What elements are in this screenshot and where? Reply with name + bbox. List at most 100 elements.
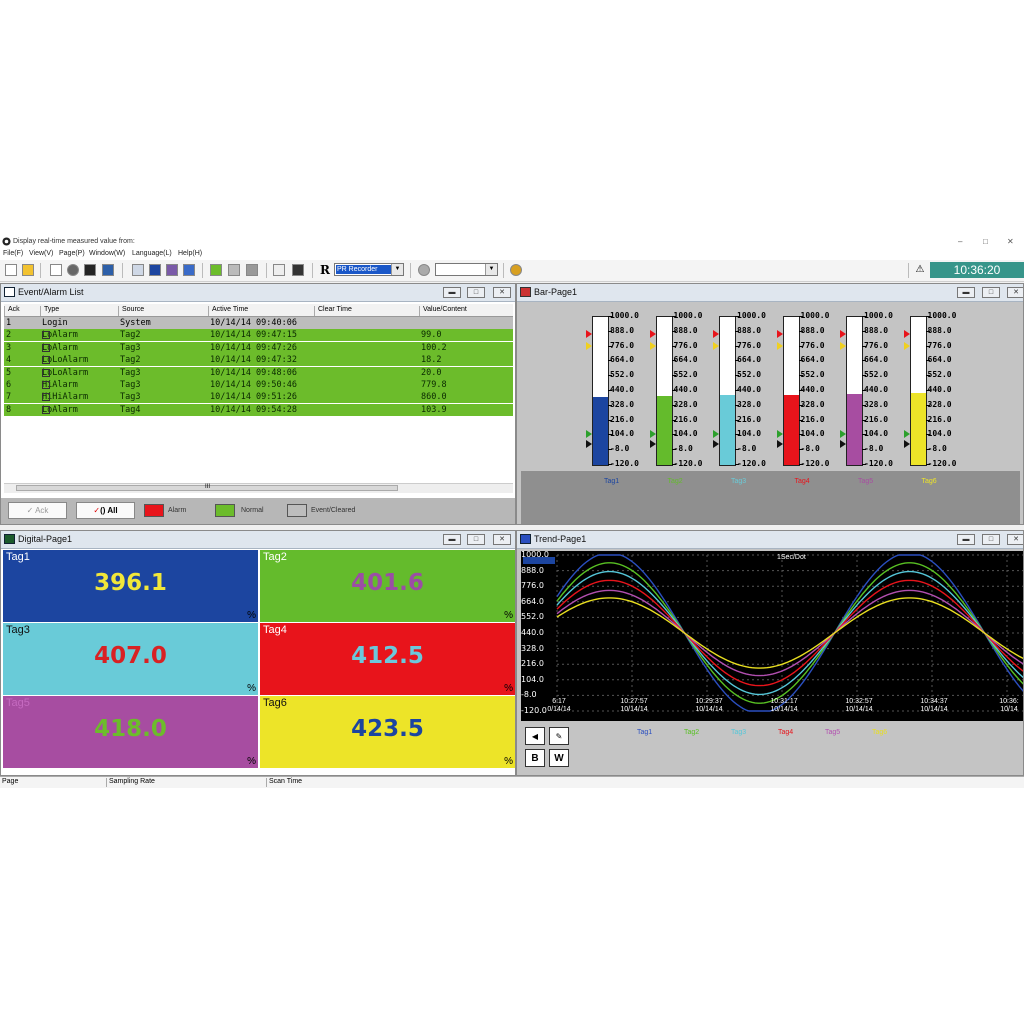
alarm-table-icon[interactable] (210, 264, 222, 276)
gear-icon[interactable] (67, 264, 79, 276)
bell-icon[interactable]: ⚠ (914, 264, 926, 276)
x-tick-time: 10:34:37 (920, 698, 948, 705)
col-source[interactable]: Source (118, 306, 144, 316)
new-file-icon[interactable] (5, 264, 17, 276)
horizontal-scrollbar[interactable]: III (4, 483, 513, 493)
ack-checkbox[interactable] (42, 381, 50, 389)
black-background-button[interactable]: B (525, 749, 545, 767)
table-row[interactable]: 5 LoLoAlarm Tag3 10/14/14 09:48:06 20.0 (4, 366, 513, 379)
limit-marker-icon (713, 440, 719, 448)
ack-checkbox[interactable] (42, 368, 50, 377)
col-type[interactable]: Type (40, 306, 59, 316)
page-icon[interactable] (132, 264, 144, 276)
scale-label: -120.0 (610, 459, 639, 468)
close-icon[interactable]: ✕ (1007, 534, 1023, 545)
minimize-icon[interactable]: – (958, 237, 962, 246)
maximize-icon[interactable]: □ (982, 287, 1000, 298)
col-clear-time[interactable]: Clear Time (314, 306, 352, 316)
ack-button[interactable]: ✓ Ack (8, 502, 67, 519)
table-row[interactable]: 4 LoLoAlarm Tag2 10/14/14 09:47:32 18.2 (4, 354, 513, 367)
device-select[interactable]: ▼ (435, 263, 498, 276)
cell-source: Tag3 (120, 368, 140, 378)
menu-help[interactable]: Help(H) (178, 250, 202, 257)
menu-language[interactable]: Language(L) (132, 250, 172, 257)
close-icon[interactable]: ✕ (493, 534, 511, 545)
table-row[interactable]: 1 Login System 10/14/14 09:40:06 (4, 317, 513, 329)
trend-view-icon[interactable] (183, 264, 195, 276)
cell-source: System (120, 318, 151, 328)
ack-checkbox[interactable] (42, 405, 50, 414)
restore-icon[interactable]: □ (983, 237, 988, 246)
device-icon[interactable] (292, 264, 304, 276)
table-row[interactable]: 7 HiHiAlarm Tag3 10/14/14 09:51:26 860.0 (4, 391, 513, 404)
close-icon[interactable]: ✕ (1007, 287, 1023, 298)
status-icon[interactable] (510, 264, 522, 276)
digital-tile[interactable]: Tag3 407.0% (3, 623, 258, 695)
menu-file[interactable]: File(F) (3, 250, 23, 257)
tile-unit: % (247, 756, 256, 767)
menu-view[interactable]: View(V) (29, 250, 53, 257)
maximize-icon[interactable]: □ (982, 534, 1000, 545)
scale-label: 776.0 (673, 340, 698, 350)
x-tick-time: 10:29:37 (695, 698, 723, 705)
white-background-button[interactable]: W (549, 749, 569, 767)
scale-label: 552.0 (673, 370, 698, 380)
recorder-select[interactable]: PR Recorder ▼ (334, 263, 404, 276)
all-button[interactable]: ✓() All (76, 502, 135, 519)
window-tile-icon[interactable] (102, 264, 114, 276)
sample-rate-label: 1Sec/Dot (777, 554, 806, 561)
close-icon[interactable]: ✕ (1007, 237, 1014, 246)
chevron-down-icon[interactable]: ▼ (391, 264, 403, 275)
col-active-time[interactable]: Active Time (208, 306, 248, 316)
scroll-left-icon[interactable]: ◀ (525, 727, 545, 745)
col-value[interactable]: Value/Content (419, 306, 467, 316)
chart-icon[interactable] (273, 264, 285, 276)
cell-source: Tag2 (120, 355, 140, 365)
table-row[interactable]: 8 LoAlarm Tag4 10/14/14 09:54:28 103.9 (4, 403, 513, 416)
cell-text: 3 (6, 342, 12, 353)
settings-icon[interactable] (418, 264, 430, 276)
cell-text: 1 (6, 318, 12, 328)
maximize-icon[interactable]: □ (467, 534, 485, 545)
open-folder-icon[interactable] (22, 264, 34, 276)
ack-checkbox[interactable] (42, 331, 50, 340)
ack-checkbox[interactable] (42, 393, 50, 402)
minimize-icon[interactable]: ▬ (957, 534, 975, 545)
minimize-icon[interactable]: ▬ (957, 287, 975, 298)
digital-tile[interactable]: Tag5 418.0% (3, 696, 258, 768)
digital-tile[interactable]: Tag4 412.5% (260, 623, 515, 695)
x-tick-label: 10:27:57 10/14/14 (614, 698, 654, 714)
close-icon[interactable]: ✕ (493, 287, 511, 298)
pen-icon[interactable]: ✎ (549, 727, 569, 745)
maximize-icon[interactable]: □ (467, 287, 485, 298)
ack-checkbox[interactable] (42, 343, 50, 352)
menu-page[interactable]: Page(P) (59, 250, 85, 257)
table-row[interactable]: 2 LoAlarm Tag2 10/14/14 09:47:15 99.0 (4, 329, 513, 342)
cell-text: 10/14/14 09:50:46 (210, 380, 297, 390)
table-row[interactable]: 3 LoAlarm Tag3 10/14/14 09:47:26 100.2 (4, 341, 513, 354)
grid-icon[interactable] (228, 264, 240, 276)
digital-view-icon[interactable] (166, 264, 178, 276)
scale-label: 216.0 (673, 414, 698, 424)
minimize-icon[interactable]: ▬ (443, 534, 461, 545)
table-row[interactable]: 6 HiAlarm Tag3 10/14/14 09:50:46 779.8 (4, 379, 513, 391)
col-ack[interactable]: Ack (4, 306, 20, 316)
ack-checkbox[interactable] (42, 356, 50, 365)
bar-view-icon[interactable] (149, 264, 161, 276)
limit-marker-icon (776, 330, 783, 338)
copy-icon[interactable] (246, 264, 258, 276)
bar-tube (846, 316, 863, 466)
tile-value: 418.0 (94, 716, 167, 742)
scale-label: 776.0 (737, 340, 762, 350)
scroll-thumb[interactable]: III (16, 484, 398, 491)
digital-tile[interactable]: Tag6 423.5% (260, 696, 515, 768)
minimize-icon[interactable]: ▬ (443, 287, 461, 298)
menu-window[interactable]: Window(W) (89, 250, 125, 257)
monitor-icon[interactable] (84, 264, 96, 276)
event-alarm-panel: Event/Alarm List ▬ □ ✕ Ack Type Source A… (0, 283, 516, 525)
document-icon[interactable] (50, 264, 62, 276)
digital-tile[interactable]: Tag2 401.6% (260, 550, 515, 622)
digital-tile[interactable]: Tag1 396.1% (3, 550, 258, 622)
chevron-down-icon[interactable]: ▼ (485, 264, 497, 275)
scale-label: 1000.0 (864, 311, 893, 320)
